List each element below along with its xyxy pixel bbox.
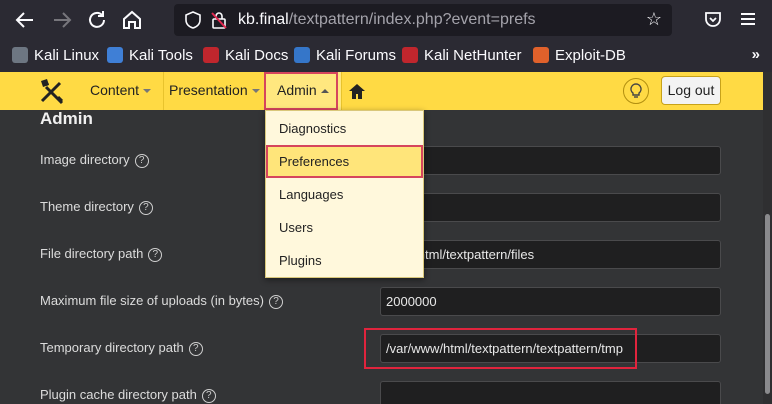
home-icon[interactable] — [120, 8, 144, 32]
label-text: Image directory — [40, 152, 130, 167]
caret-down-icon — [251, 89, 260, 93]
pref-label-image-directory: Image directory? — [40, 152, 149, 168]
bookmark-kali-forums[interactable]: Kali Forums — [294, 47, 396, 65]
scrollbar-thumb[interactable] — [765, 214, 770, 394]
logout-button[interactable]: Log out — [661, 76, 721, 105]
menu-label: Content — [90, 82, 140, 98]
label-text: Maximum file size of uploads (in bytes) — [40, 293, 264, 308]
help-icon[interactable]: ? — [134, 154, 149, 168]
dropdown-item-diagnostics[interactable]: Diagnostics — [266, 112, 423, 145]
bookmarks-overflow-button[interactable]: » — [752, 46, 760, 63]
kali-docs-icon — [203, 47, 219, 63]
bookmark-label: Kali Docs — [225, 47, 289, 64]
insecure-lock-icon[interactable] — [210, 11, 228, 29]
url-text[interactable]: kb.final/textpattern/index.php?event=pre… — [238, 11, 536, 29]
bookmark-kali-nethunter[interactable]: Kali NetHunter — [402, 47, 522, 65]
kali-dragon-icon — [12, 47, 28, 63]
page-scrollbar[interactable] — [763, 72, 772, 404]
pref-label-file-directory: File directory path? — [40, 246, 163, 262]
menu-content[interactable]: Content — [78, 72, 165, 110]
pref-label-theme-directory: Theme directory? — [40, 199, 153, 215]
pocket-icon[interactable] — [703, 9, 723, 29]
bookmark-label: Kali NetHunter — [424, 47, 522, 64]
help-icon[interactable]: ? — [268, 295, 283, 309]
menu-hamburger-icon[interactable] — [738, 9, 758, 29]
plugin-cache-input[interactable] — [380, 381, 721, 404]
bookmark-label: Kali Linux — [34, 47, 100, 64]
dropdown-item-plugins[interactable]: Plugins — [266, 244, 423, 277]
pref-label-max-upload: Maximum file size of uploads (in bytes)? — [40, 293, 283, 309]
image-directory-input[interactable]: s — [380, 146, 721, 175]
help-icon[interactable]: ? — [201, 389, 216, 403]
label-text: Plugin cache directory path — [40, 387, 197, 402]
bookmark-label: Kali Tools — [129, 47, 193, 64]
bookmark-label: Exploit-DB — [555, 47, 626, 64]
admin-dropdown-menu: Diagnostics Preferences Languages Users … — [265, 110, 424, 278]
menu-label: Admin — [277, 82, 317, 98]
admin-topbar: Content Presentation Admin Log out — [0, 72, 763, 110]
forward-arrow-icon[interactable] — [50, 8, 74, 32]
section-title: Admin — [40, 109, 93, 128]
help-icon[interactable]: ? — [188, 342, 203, 356]
bookmark-kali-linux[interactable]: Kali Linux — [12, 47, 99, 65]
exploitdb-icon — [533, 47, 549, 63]
browser-toolbar: kb.final/textpattern/index.php?event=pre… — [0, 0, 772, 40]
label-text: Theme directory — [40, 199, 134, 214]
bookmark-star-icon[interactable]: ☆ — [646, 9, 662, 30]
menu-label: Presentation — [169, 82, 248, 98]
theme-directory-input[interactable]: s — [380, 193, 721, 222]
address-bar[interactable]: kb.final/textpattern/index.php?event=pre… — [174, 4, 672, 36]
kali-forums-icon — [294, 47, 310, 63]
bookmark-exploit-db[interactable]: Exploit-DB — [533, 47, 626, 65]
dropdown-item-preferences[interactable]: Preferences — [266, 145, 423, 178]
bookmark-kali-tools[interactable]: Kali Tools — [107, 47, 193, 65]
nethunter-icon — [402, 47, 418, 63]
url-path: /textpattern/index.php?event=prefs — [288, 11, 536, 28]
bookmarks-bar: Kali Linux Kali Tools Kali Docs Kali For… — [0, 40, 772, 72]
textpattern-app: Content Presentation Admin Log out Admin… — [0, 72, 772, 404]
lightbulb-icon[interactable] — [623, 78, 649, 104]
kali-tools-icon — [107, 47, 123, 63]
pref-label-temp-directory: Temporary directory path? — [40, 340, 203, 356]
bookmark-label: Kali Forums — [316, 47, 397, 64]
url-host: kb.final — [238, 11, 289, 28]
site-home-icon[interactable] — [347, 81, 367, 101]
dropdown-item-languages[interactable]: Languages — [266, 178, 423, 211]
help-icon[interactable]: ? — [148, 248, 163, 262]
dropdown-item-users[interactable]: Users — [266, 211, 423, 244]
label-text: File directory path — [40, 246, 144, 261]
caret-up-icon — [320, 89, 329, 93]
textpattern-logo-icon[interactable] — [38, 77, 66, 105]
menu-presentation[interactable]: Presentation — [157, 72, 273, 110]
max-upload-input[interactable]: 2000000 — [380, 287, 721, 316]
tracking-shield-icon[interactable] — [184, 11, 202, 29]
reload-icon[interactable] — [85, 8, 109, 32]
back-arrow-icon[interactable] — [13, 8, 37, 32]
menu-admin[interactable]: Admin — [265, 72, 342, 110]
help-icon[interactable]: ? — [138, 201, 153, 215]
label-text: Temporary directory path — [40, 340, 184, 355]
temp-directory-input[interactable]: /var/www/html/textpattern/textpattern/tm… — [380, 334, 721, 363]
caret-down-icon — [143, 89, 152, 93]
pref-label-plugin-cache: Plugin cache directory path? — [40, 387, 216, 403]
file-directory-input[interactable]: www/html/textpattern/files — [380, 240, 721, 269]
bookmark-kali-docs[interactable]: Kali Docs — [203, 47, 288, 65]
